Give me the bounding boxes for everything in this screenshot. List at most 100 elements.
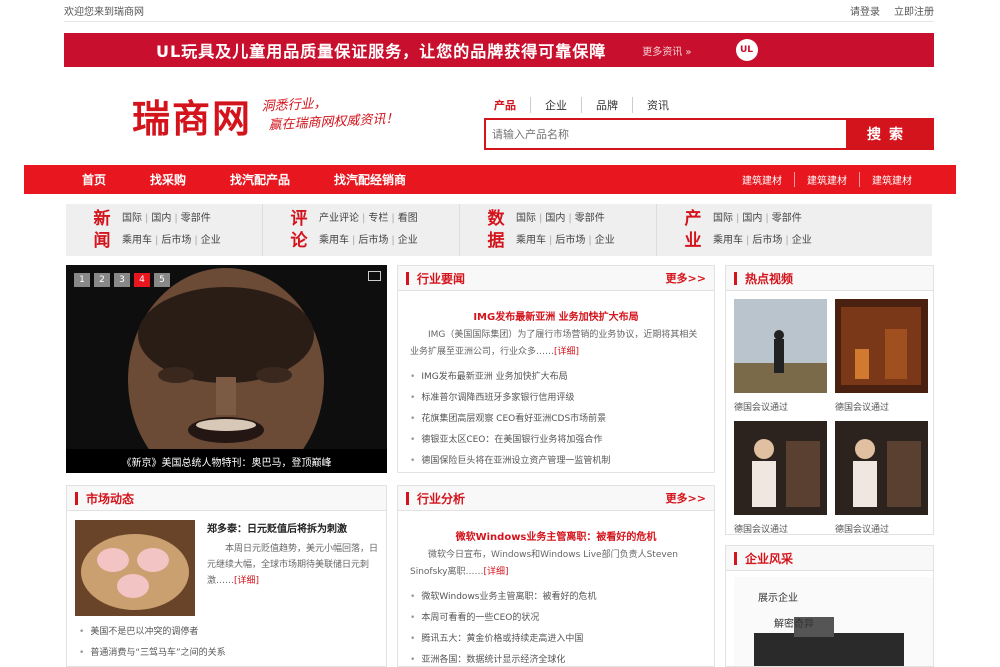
category-link[interactable]: 乘用车 bbox=[319, 235, 349, 246]
nav-item-parts[interactable]: 找汽配产品 bbox=[230, 171, 290, 188]
search-tab-product[interactable]: 产品 bbox=[494, 97, 530, 113]
search-input[interactable] bbox=[486, 120, 846, 148]
news-list: IMG发布最新亚洲 业务加快扩大布局 标准普尔调降西班牙多家银行信用评级 花旗集… bbox=[398, 361, 714, 472]
category-link[interactable]: 专栏 bbox=[368, 213, 388, 224]
detail-link[interactable]: [详细] bbox=[554, 347, 579, 357]
company-subcaption: 解密奇异 bbox=[774, 617, 814, 630]
category-link[interactable]: 国内 bbox=[545, 213, 565, 224]
login-link[interactable]: 请登录 bbox=[850, 3, 880, 18]
category-link[interactable]: 后市场 bbox=[161, 235, 191, 246]
market-feature-title[interactable]: 郑多泰：日元贬值后将拆为刺激 bbox=[207, 520, 378, 535]
list-item[interactable]: 微软Windows业务主管离职：被看好的危机 bbox=[410, 587, 702, 608]
panel-header: 企业风采 bbox=[726, 546, 933, 571]
category-link[interactable]: 后市场 bbox=[752, 235, 782, 246]
slider-dot[interactable]: 5 bbox=[154, 273, 170, 287]
list-item[interactable]: IMG发布最新亚洲 业务加快扩大布局 bbox=[410, 367, 702, 388]
category-link[interactable]: 国际 bbox=[713, 213, 733, 224]
category-link[interactable]: 看图 bbox=[398, 213, 418, 224]
more-link[interactable]: 更多>> bbox=[666, 490, 706, 506]
market-feature-text: 郑多泰：日元贬值后将拆为刺激 本周日元贬值趋势，美元小幅回落，日元继续大幅，全球… bbox=[207, 520, 378, 616]
list-item[interactable]: 本周可看看的一些CEO的状况 bbox=[410, 608, 702, 629]
nav-right-link[interactable]: 建筑建材 bbox=[730, 172, 794, 187]
category-link[interactable]: 国内 bbox=[742, 213, 762, 224]
detail-link[interactable]: [详细] bbox=[484, 567, 509, 577]
category-title[interactable]: 新闻 bbox=[92, 208, 112, 252]
fullscreen-icon[interactable] bbox=[368, 271, 381, 281]
detail-link[interactable]: [详细] bbox=[234, 576, 259, 586]
video-grid: 德国会议通过 德国会议通过 德国会议通过 德国会议通过 bbox=[726, 291, 933, 535]
photo-slider[interactable]: 1 2 3 4 5 《新京》美国总统人物特刊：奥巴马，登顶巅峰 bbox=[66, 265, 387, 473]
market-feature-image[interactable] bbox=[75, 520, 195, 616]
banner-more-link[interactable]: 更多资讯 » bbox=[642, 43, 691, 58]
list-item[interactable]: 德银亚太区CEO：在美国银行业务将加强合作 bbox=[410, 430, 702, 451]
search-tab-company[interactable]: 企业 bbox=[530, 97, 581, 113]
category-title[interactable]: 数据 bbox=[486, 208, 506, 252]
slider-caption[interactable]: 《新京》美国总统人物特刊：奥巴马，登顶巅峰 bbox=[66, 449, 387, 473]
video-thumbnail bbox=[835, 421, 928, 515]
category-link[interactable]: 乘用车 bbox=[713, 235, 743, 246]
list-item[interactable]: 美国不是巴以冲突的调停者 bbox=[79, 622, 374, 643]
video-item[interactable]: 德国会议通过 bbox=[734, 421, 827, 535]
nav-item-dealers[interactable]: 找汽配经销商 bbox=[334, 171, 406, 188]
panel-header: 热点视频 bbox=[726, 266, 933, 291]
search-tab-news[interactable]: 资讯 bbox=[632, 97, 683, 113]
category-links: 国际 | 国内 | 零部件 乘用车 | 后市场 | 企业 bbox=[122, 213, 221, 246]
market-feature-desc: 本周日元贬值趋势，美元小幅回落，日元继续大幅，全球市场期待美联储日元刺激……[详… bbox=[207, 544, 379, 586]
category-link[interactable]: 企业 bbox=[792, 235, 812, 246]
category-link[interactable]: 零部件 bbox=[181, 213, 211, 224]
nav-item-home[interactable]: 首页 bbox=[82, 171, 106, 188]
category-strip: 新闻 国际 | 国内 | 零部件 乘用车 | 后市场 | 企业 评论 产业评论 | 专栏 | 看图 乘用… bbox=[66, 204, 932, 256]
category-link[interactable]: 企业 bbox=[201, 235, 221, 246]
category-link[interactable]: 国际 bbox=[122, 213, 142, 224]
register-link[interactable]: 立即注册 bbox=[894, 3, 934, 18]
category-link[interactable]: 国内 bbox=[151, 213, 171, 224]
slider-dot[interactable]: 2 bbox=[94, 273, 110, 287]
slider-dot[interactable]: 1 bbox=[74, 273, 90, 287]
search-tab-brand[interactable]: 品牌 bbox=[581, 97, 632, 113]
category-industry: 产业 国际 | 国内 | 零部件 乘用车 | 后市场 | 企业 bbox=[657, 204, 854, 256]
headline-link[interactable]: IMG发布最新亚洲 业务加快扩大布局 bbox=[398, 308, 714, 323]
page: 欢迎您来到瑞商网 请登录 立即注册 UL玩具及儿童用品质量保证服务，让您的品牌获… bbox=[0, 0, 1000, 667]
nav-item-purchase[interactable]: 找采购 bbox=[150, 171, 186, 188]
category-link[interactable]: 后市场 bbox=[555, 235, 585, 246]
category-link[interactable]: 国际 bbox=[516, 213, 536, 224]
category-link[interactable]: 零部件 bbox=[772, 213, 802, 224]
ad-banner[interactable]: UL玩具及儿童用品质量保证服务，让您的品牌获得可靠保障 更多资讯 » UL bbox=[64, 33, 934, 67]
list-item[interactable]: 普通消费与“三驾马车”之间的关系 bbox=[79, 643, 374, 664]
video-item[interactable]: 德国会议通过 bbox=[835, 299, 928, 413]
headline-link[interactable]: 微软Windows业务主管离职：被看好的危机 bbox=[398, 528, 714, 543]
headline-summary: 微软今日宣布，Windows和Windows Live部门负责人Steven S… bbox=[410, 550, 678, 577]
category-link[interactable]: 企业 bbox=[595, 235, 615, 246]
nav-right-link[interactable]: 建筑建材 bbox=[794, 172, 859, 187]
company-image[interactable]: 展示企业 解密奇异 bbox=[734, 577, 933, 666]
list-item[interactable]: 德国保险巨头将在亚洲设立资产管理一监管机制 bbox=[410, 451, 702, 472]
market-feature: 郑多泰：日元贬值后将拆为刺激 本周日元贬值趋势，美元小幅回落，日元继续大幅，全球… bbox=[67, 511, 386, 616]
video-caption: 德国会议通过 bbox=[835, 403, 890, 413]
video-item[interactable]: 德国会议通过 bbox=[835, 421, 928, 535]
account-links: 请登录 立即注册 bbox=[850, 3, 934, 18]
category-link[interactable]: 零部件 bbox=[575, 213, 605, 224]
more-link[interactable]: 更多>> bbox=[666, 270, 706, 286]
category-title[interactable]: 评论 bbox=[289, 208, 309, 252]
category-links: 产业评论 | 专栏 | 看图 乘用车 | 后市场 | 企业 bbox=[319, 213, 418, 246]
category-title[interactable]: 产业 bbox=[683, 208, 703, 252]
nav-main-items: 首页 找采购 找汽配产品 找汽配经销商 bbox=[82, 171, 450, 188]
video-item[interactable]: 德国会议通过 bbox=[734, 299, 827, 413]
site-logo[interactable]: 瑞商网 bbox=[132, 88, 252, 143]
search-button[interactable]: 搜索 bbox=[846, 120, 932, 148]
company-panel: 企业风采 展示企业 解密奇异 bbox=[725, 545, 934, 667]
list-item[interactable]: 花旗集团高层观察 CEO看好亚洲CDS市场前景 bbox=[410, 409, 702, 430]
list-item[interactable]: 亚洲各国：数据统计显示经济全球化 bbox=[410, 650, 702, 667]
category-link[interactable]: 产业评论 bbox=[319, 213, 359, 224]
slider-dot-active[interactable]: 4 bbox=[134, 273, 150, 287]
category-link[interactable]: 企业 bbox=[398, 235, 418, 246]
nav-right-link[interactable]: 建筑建材 bbox=[859, 172, 924, 187]
category-link[interactable]: 后市场 bbox=[358, 235, 388, 246]
list-item[interactable]: 标准普尔调降西班牙多家银行信用评级 bbox=[410, 388, 702, 409]
nav-right-items: 建筑建材 建筑建材 建筑建材 bbox=[730, 172, 924, 187]
banner-text: UL玩具及儿童用品质量保证服务，让您的品牌获得可靠保障 bbox=[156, 42, 607, 61]
category-link[interactable]: 乘用车 bbox=[122, 235, 152, 246]
slider-dot[interactable]: 3 bbox=[114, 273, 130, 287]
list-item[interactable]: 腾讯五大：黄金价格或持续走高进入中国 bbox=[410, 629, 702, 650]
category-link[interactable]: 乘用车 bbox=[516, 235, 546, 246]
